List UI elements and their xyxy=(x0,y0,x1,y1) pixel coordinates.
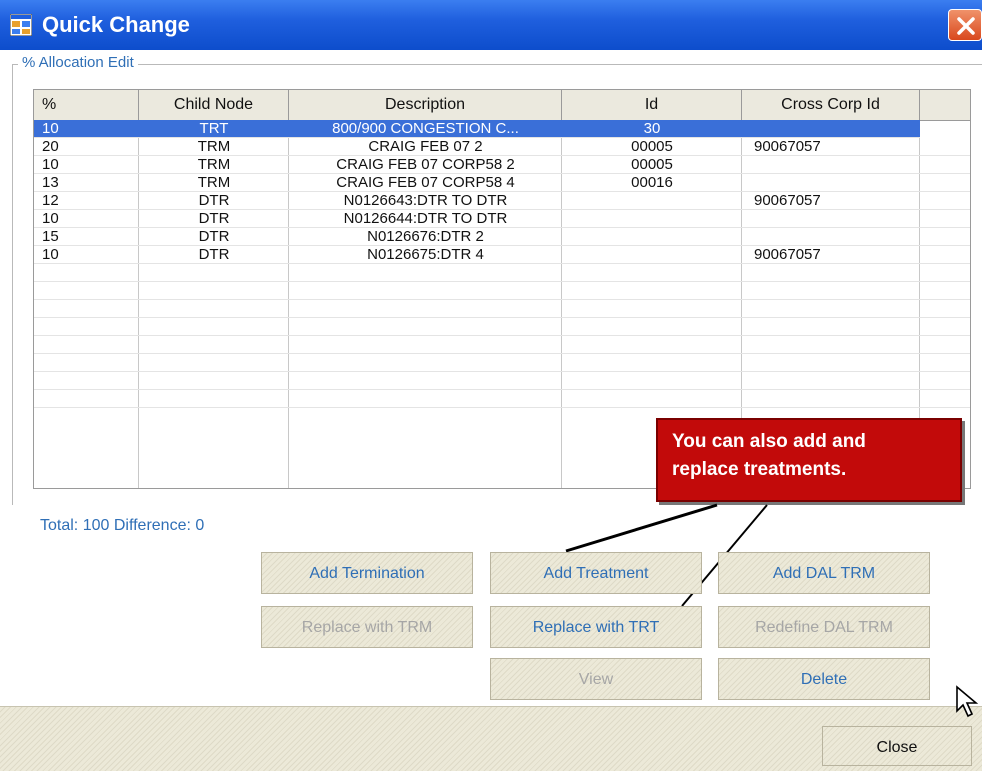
callout-line-to-add-treatment xyxy=(565,503,718,553)
view-button[interactable]: View xyxy=(490,658,702,700)
add-termination-button[interactable]: Add Termination xyxy=(261,552,473,594)
total-difference-label: Total: 100 Difference: 0 xyxy=(40,517,205,534)
add-dal-trm-button[interactable]: Add DAL TRM xyxy=(718,552,930,594)
replace-with-trt-button[interactable]: Replace with TRT xyxy=(490,606,702,648)
add-treatment-button[interactable]: Add Treatment xyxy=(490,552,702,594)
close-button[interactable]: Close xyxy=(822,726,972,766)
quick-change-window: Quick Change % Allocation Edit % Child N… xyxy=(0,0,982,771)
callout-connector-lines xyxy=(565,503,768,607)
replace-with-trm-button[interactable]: Replace with TRM xyxy=(261,606,473,648)
mouse-pointer-icon xyxy=(956,685,979,718)
redefine-dal-trm-button[interactable]: Redefine DAL TRM xyxy=(718,606,930,648)
delete-button[interactable]: Delete xyxy=(718,658,930,700)
